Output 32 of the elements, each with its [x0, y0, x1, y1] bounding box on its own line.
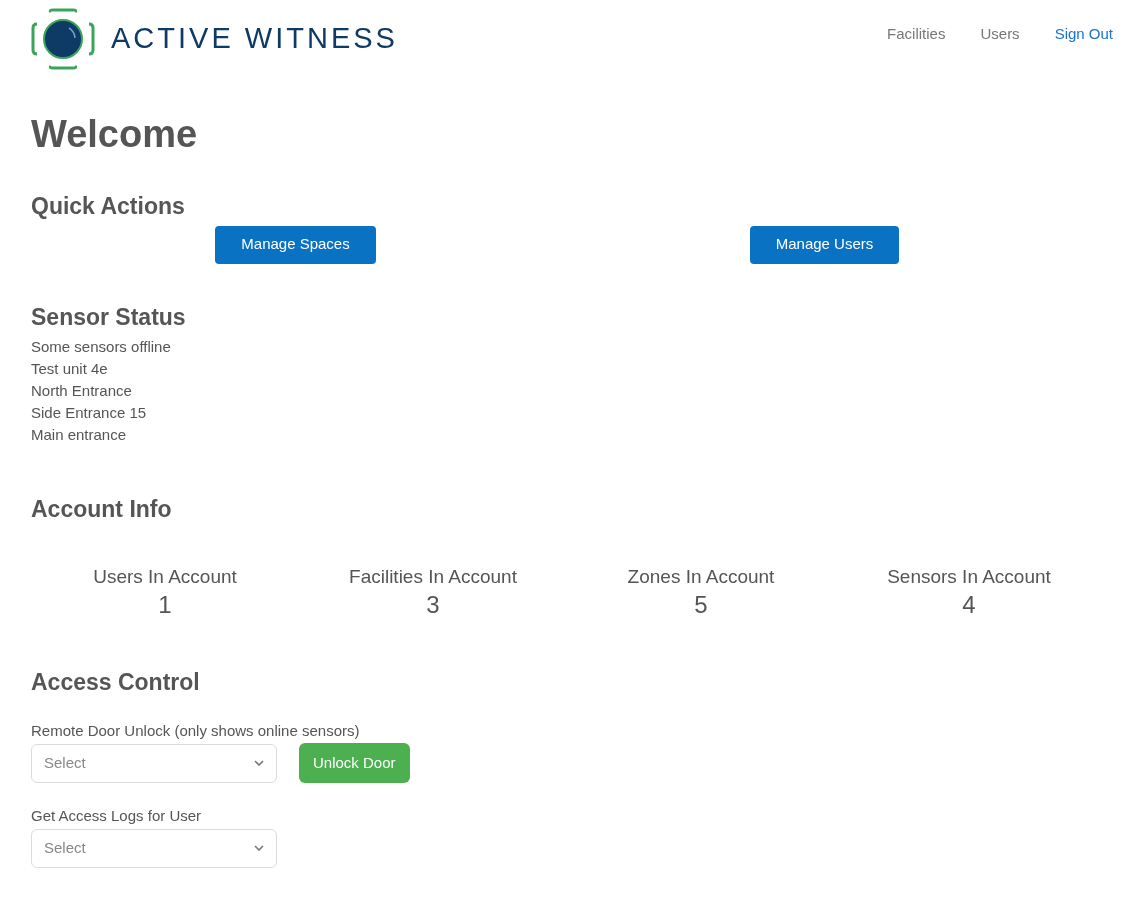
- select-field[interactable]: Select: [31, 828, 277, 868]
- unlock-door-button[interactable]: Unlock Door: [299, 743, 410, 783]
- stat-label: Facilities In Account: [349, 564, 517, 589]
- section-heading: Quick Actions: [31, 192, 186, 221]
- sensor-status-line: Some sensors offline: [31, 337, 172, 357]
- sensor-status-line: Main entrance: [31, 425, 128, 445]
- stat-label: Sensors In Account: [887, 564, 1051, 589]
- section-heading: Account Info: [31, 495, 173, 524]
- page-title: Welcome: [31, 112, 199, 157]
- stat-label: Zones In Account: [627, 564, 775, 589]
- stat-value: 5: [694, 591, 708, 619]
- nav-link[interactable]: Facilities: [887, 23, 946, 46]
- chevron-down-icon: [254, 845, 264, 851]
- stat-value: 4: [962, 591, 976, 619]
- stat-label: Users In Account: [93, 564, 237, 589]
- field-label: Get Access Logs for User: [31, 806, 203, 826]
- section-heading: Sensor Status: [31, 302, 187, 332]
- action-button[interactable]: Manage Users: [749, 225, 900, 264]
- field-label: Remote Door Unlock (only shows online sensors): [31, 720, 361, 741]
- select-field[interactable]: Select: [31, 743, 277, 783]
- chevron-down-icon: [254, 760, 264, 766]
- logo-icon: [31, 8, 95, 70]
- sensor-status-line: Side Entrance 15: [31, 403, 148, 423]
- action-button[interactable]: Manage Spaces: [215, 225, 376, 264]
- nav-link[interactable]: Users: [980, 23, 1020, 46]
- stat-value: 1: [158, 591, 172, 619]
- sensor-status-line: North Entrance: [31, 381, 133, 401]
- nav-link[interactable]: Sign Out: [1054, 23, 1113, 46]
- logo-text: ACTIVE WITNESS: [111, 21, 398, 57]
- sensor-status-line: Test unit 4e: [31, 359, 109, 379]
- section-heading: Access Control: [31, 668, 201, 697]
- stat-value: 3: [426, 591, 440, 619]
